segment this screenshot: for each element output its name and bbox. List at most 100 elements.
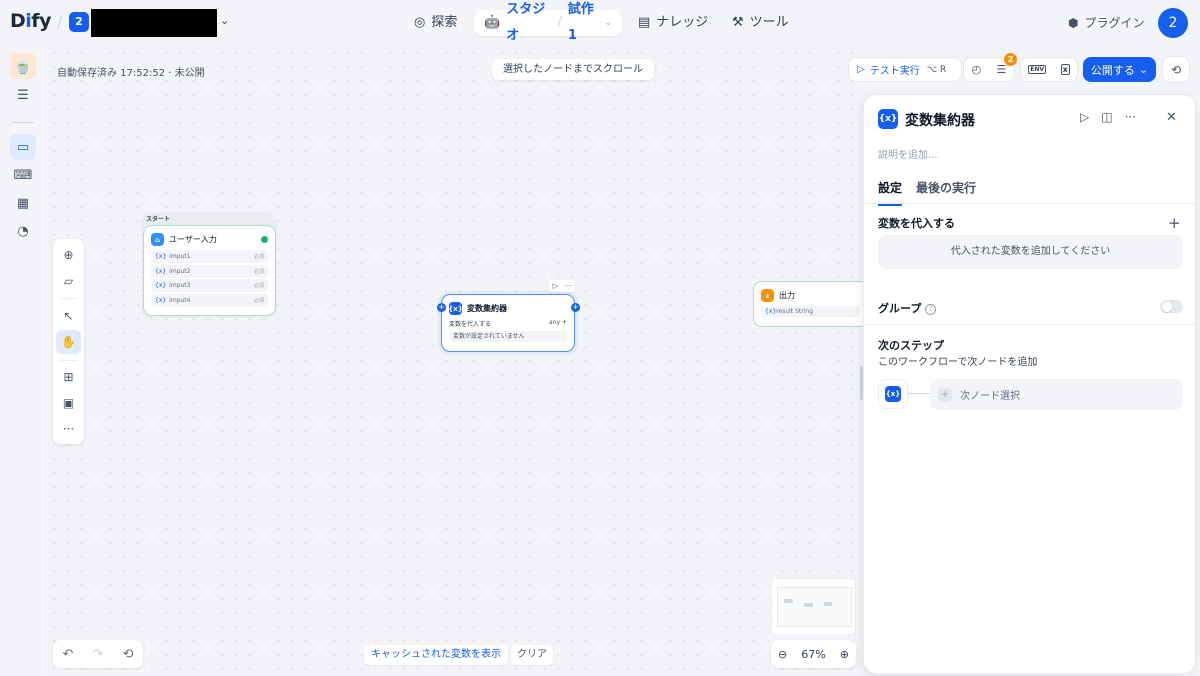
top-nav: Dify / 2 ⌄ ◎ 探索 🤖 スタジオ / 試作1 ⌄ ▤ ナレッジ ⚒ … <box>0 0 1200 46</box>
orchestrate-icon[interactable]: ▭ <box>10 134 36 160</box>
node-title: 変数集約器 <box>467 304 507 313</box>
env-icon[interactable]: ENV <box>1028 65 1047 74</box>
play-icon[interactable]: ▷ <box>552 282 557 290</box>
robot-icon: 🤖 <box>484 15 501 30</box>
nav-studio[interactable]: 🤖 スタジオ / 試作1 ⌄ <box>474 2 622 43</box>
app-icon[interactable]: 🍵 <box>10 53 36 79</box>
panel-tabs: 設定 最後の実行 <box>878 179 976 206</box>
nav-knowledge[interactable]: ▤ ナレッジ <box>638 10 708 36</box>
redo-icon[interactable]: ↷ <box>93 647 104 662</box>
success-check-icon <box>261 236 268 243</box>
output-icon: ⤓ <box>761 289 774 302</box>
organize-icon[interactable]: ⊞ <box>56 365 81 389</box>
node-hover-actions[interactable]: ▷ ··· <box>549 280 575 292</box>
output-node[interactable]: ⤓ 出力 {x}result String <box>753 281 868 327</box>
avatar[interactable]: 2 <box>1158 8 1188 38</box>
zoom-out-icon[interactable]: ⊖ <box>778 648 787 661</box>
monitoring-icon[interactable]: ◔ <box>10 218 36 244</box>
breadcrumb-separator: / <box>57 12 63 31</box>
tab-last-run[interactable]: 最後の実行 <box>916 179 976 206</box>
next-step-heading: 次のステップ <box>878 339 944 352</box>
split-view-icon[interactable]: ◫ <box>1101 110 1112 124</box>
nav-tools[interactable]: ⚒ ツール <box>732 10 789 36</box>
plus-icon: + <box>938 387 952 402</box>
plus-icon[interactable]: + <box>562 319 567 326</box>
list-item: {x} imput3 必須 <box>151 279 268 292</box>
variable-x-icon[interactable]: x <box>1060 64 1070 75</box>
clear-button[interactable]: クリア <box>511 645 553 665</box>
version-history-button[interactable]: ⟲ <box>1162 56 1190 83</box>
assign-variables-heading: 変数を代入する <box>878 217 955 230</box>
add-variable-icon[interactable]: + <box>1168 214 1181 232</box>
list-item: {x} imput1 必須 <box>151 250 268 263</box>
run-history-icon[interactable]: ◴ <box>972 63 982 76</box>
undo-icon[interactable]: ↶ <box>63 647 74 662</box>
node-title: 出力 <box>779 291 795 300</box>
workspace-name-redacted[interactable] <box>91 9 217 37</box>
history-icon[interactable]: ⟲ <box>123 647 134 662</box>
pointer-icon[interactable]: ↖ <box>56 304 81 328</box>
compass-icon: ◎ <box>414 15 426 30</box>
variable-aggregator-node[interactable]: {x} 変数集約器 変数を代入する any + 変数が設定されていません <box>441 294 575 352</box>
play-icon: ▷ <box>857 64 865 75</box>
export-image-icon[interactable]: ▣ <box>56 391 81 415</box>
scroll-to-selected-button[interactable]: 選択したノードまでスクロール <box>492 59 654 80</box>
variable-icon: {x} <box>885 386 901 402</box>
panel-title[interactable]: 変数集約器 <box>905 110 975 130</box>
assign-empty-state[interactable]: 代入された変数を追加してください <box>878 235 1183 269</box>
group-heading: グループ? <box>878 300 937 316</box>
checklist-count-badge: 2 <box>1004 53 1017 66</box>
chevron-down-icon[interactable]: ⌄ <box>604 10 612 36</box>
api-terminal-icon[interactable]: ⌨ <box>10 162 36 188</box>
list-item: {x} imput4 必須 <box>151 293 268 307</box>
zoom-controls: ⊖ 67% ⊕ <box>771 640 856 668</box>
left-rail: 🍵 ☰ ▭ ⌨ ▦ ◔ <box>0 46 46 676</box>
workspace-badge[interactable]: 2 <box>69 12 89 32</box>
cube-icon: ⬢ <box>1068 15 1079 30</box>
checklist-icon[interactable]: ☰ <box>996 63 1006 76</box>
minimap[interactable] <box>771 578 856 635</box>
autosave-status: 自動保存済み 17:52:52 · 未公開 <box>57 68 205 79</box>
dify-logo[interactable]: Dify <box>10 10 51 32</box>
start-node[interactable]: ⌂ ユーザー入力 {x} imput1 必須 {x} imput2 必須 {x} impu… <box>143 225 276 316</box>
more-icon[interactable]: ··· <box>1125 110 1136 124</box>
env-vars-group: ENV x <box>1020 57 1078 82</box>
output-handle[interactable]: + <box>571 303 580 312</box>
current-app-name[interactable]: 試作1 <box>568 0 599 49</box>
select-next-node-button[interactable]: + 次ノード選択 <box>930 379 1183 410</box>
add-node-icon[interactable]: ⊕ <box>56 243 81 267</box>
next-step-subtitle: このワークフローで次ノードを追加 <box>878 357 1038 368</box>
history-icon: ⟲ <box>1170 62 1182 77</box>
add-note-icon[interactable]: ▱ <box>56 269 81 293</box>
test-run-button[interactable]: ▷ テスト実行 ⌥ R <box>848 57 962 82</box>
plugins-link[interactable]: ⬢ プラグイン <box>1068 14 1145 31</box>
zoom-level[interactable]: 67% <box>801 648 825 661</box>
canvas-toolbar: ⊕ ▱ ↖ ✋ ⊞ ▣ ··· <box>53 239 84 444</box>
chevron-down-icon: ⌄ <box>1138 63 1149 76</box>
publish-button[interactable]: 公開する ⌄ <box>1083 57 1156 82</box>
zoom-in-icon[interactable]: ⊕ <box>840 648 849 661</box>
input-handle[interactable]: + <box>437 303 446 312</box>
tab-settings[interactable]: 設定 <box>878 179 903 206</box>
close-icon[interactable]: ✕ <box>1166 110 1177 125</box>
logs-icon[interactable]: ▦ <box>10 190 36 216</box>
more-icon[interactable]: ··· <box>565 282 572 290</box>
settings-sliders-icon[interactable]: ☰ <box>10 82 36 108</box>
variable-icon: {x} <box>878 109 898 129</box>
list-item: {x} imput2 必須 <box>151 264 268 278</box>
current-node-icon: {x} <box>878 379 908 409</box>
help-icon[interactable]: ? <box>925 303 937 315</box>
book-icon: ▤ <box>638 15 651 30</box>
hand-icon[interactable]: ✋ <box>56 330 81 354</box>
variable-icon: {x} <box>448 302 463 315</box>
nav-explore[interactable]: ◎ 探索 <box>414 10 457 36</box>
more-icon[interactable]: ··· <box>56 417 81 441</box>
group-toggle[interactable] <box>1160 300 1183 313</box>
chevron-down-icon[interactable]: ⌄ <box>220 14 229 27</box>
description-input[interactable]: 説明を追加... <box>878 146 938 161</box>
show-cached-variables-button[interactable]: キャッシュされた変数を表示 <box>364 645 508 665</box>
workflow-canvas[interactable] <box>47 46 863 676</box>
play-icon[interactable]: ▷ <box>1080 110 1089 124</box>
home-icon: ⌂ <box>151 233 164 246</box>
hammer-icon: ⚒ <box>732 15 744 30</box>
